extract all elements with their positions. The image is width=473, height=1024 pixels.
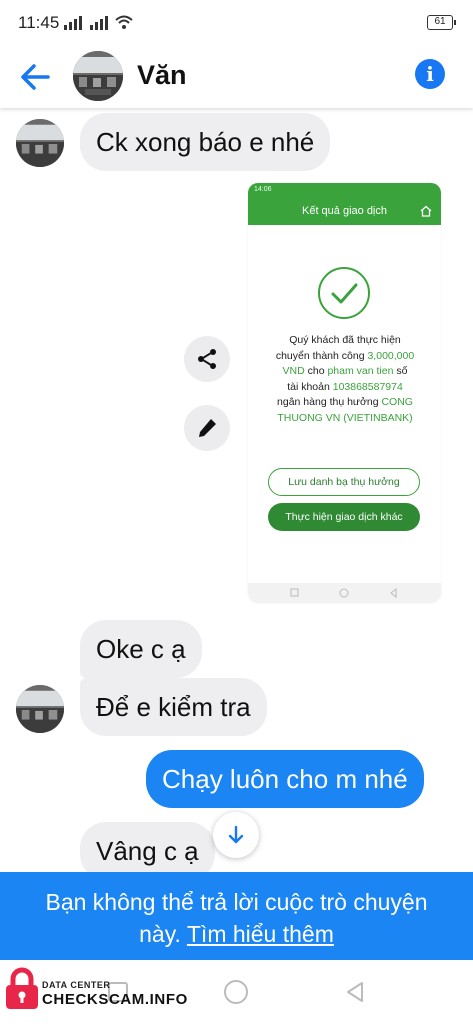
shared-image-title: Kết quả giao dịch	[301, 205, 387, 217]
share-icon	[198, 349, 216, 369]
conversation-header: Văn i	[0, 46, 473, 108]
arrow-down-icon	[228, 825, 244, 844]
new-transaction-button: Thực hiện giao dịch khác	[268, 503, 420, 531]
back-arrow-icon[interactable]	[18, 60, 54, 94]
message-bubble-incoming[interactable]: Ck xong báo e nhé	[80, 113, 331, 171]
status-time: 11:45	[18, 13, 60, 32]
transaction-text: chuyển thành công	[275, 349, 368, 362]
cannot-reply-notice: Bạn không thể trả lời cuộc trò chuyện nà…	[0, 872, 473, 960]
edit-button[interactable]	[184, 405, 230, 451]
transaction-line: Quý khách đã thực hiện	[289, 334, 401, 346]
transaction-text: cho	[304, 365, 328, 377]
home-button[interactable]	[224, 980, 248, 1004]
battery-icon: 61	[427, 15, 456, 30]
battery-level: 61	[434, 16, 446, 27]
shared-image-header: Kết quả giao dịch	[248, 197, 441, 225]
shared-image-nav-bar	[248, 583, 441, 603]
transaction-line: VND cho pham van tien số	[260, 364, 430, 380]
notice-text: Bạn không thể trả lời cuộc trò chuyện	[45, 889, 428, 915]
save-beneficiary-button: Lưu danh bạ thụ hưởng	[268, 468, 420, 496]
scroll-to-bottom-button[interactable]	[213, 812, 259, 858]
checkmark-icon	[318, 267, 370, 319]
transaction-bank: THUONG VN (VIETINBANK)	[277, 411, 413, 424]
watermark-subtitle: DATA CENTER	[42, 980, 111, 990]
transaction-currency: VND	[282, 365, 305, 377]
transaction-account: 103868587974	[332, 380, 403, 393]
status-bar: 11:45 61	[0, 0, 473, 46]
watermark-title: CHECKSCAM.INFO	[42, 991, 188, 1008]
lock-logo-icon	[6, 967, 38, 1009]
transaction-line: ngân hàng thụ hưởng CONG	[260, 395, 430, 411]
transaction-amount: 3,000,000	[367, 349, 415, 362]
home-icon	[420, 205, 432, 217]
notice-text: này.	[139, 921, 187, 947]
message-bubble-incoming[interactable]: Oke c ạ	[80, 620, 202, 678]
avatar[interactable]	[16, 685, 64, 733]
avatar[interactable]	[16, 119, 64, 167]
info-icon[interactable]: i	[415, 59, 445, 89]
message-bubble-incoming[interactable]: Để e kiểm tra	[80, 678, 267, 736]
shared-image[interactable]: 14:06 Kết quả giao dịch Quý khách đã thự…	[248, 183, 441, 603]
contact-name[interactable]: Văn	[137, 60, 187, 91]
transaction-recipient: pham van tien	[327, 365, 394, 377]
shared-image-time: 14:06	[254, 186, 272, 193]
notice-line: này. Tìm hiểu thêm	[0, 918, 473, 950]
learn-more-link[interactable]: Tìm hiểu thêm	[187, 921, 334, 947]
signal-wifi-icons	[64, 15, 133, 30]
back-triangle-icon[interactable]	[344, 980, 366, 1004]
share-button[interactable]	[184, 336, 230, 382]
transaction-bank: CONG	[381, 396, 413, 408]
transaction-text: tài khoản	[287, 380, 333, 393]
pencil-icon	[199, 419, 216, 437]
avatar[interactable]	[73, 51, 123, 101]
transaction-line: chuyển thành công 3,000,000	[260, 349, 430, 365]
transaction-line: tài khoản 103868587974	[260, 380, 430, 396]
transaction-text: số	[393, 365, 408, 377]
transaction-text: ngân hàng thụ hưởng	[277, 396, 382, 408]
shared-image-status-bar: 14:06	[248, 183, 441, 197]
message-bubble-outgoing[interactable]: Chạy luôn cho m nhé	[146, 750, 424, 808]
transaction-message: Quý khách đã thực hiện chuyển thành công…	[260, 333, 430, 426]
